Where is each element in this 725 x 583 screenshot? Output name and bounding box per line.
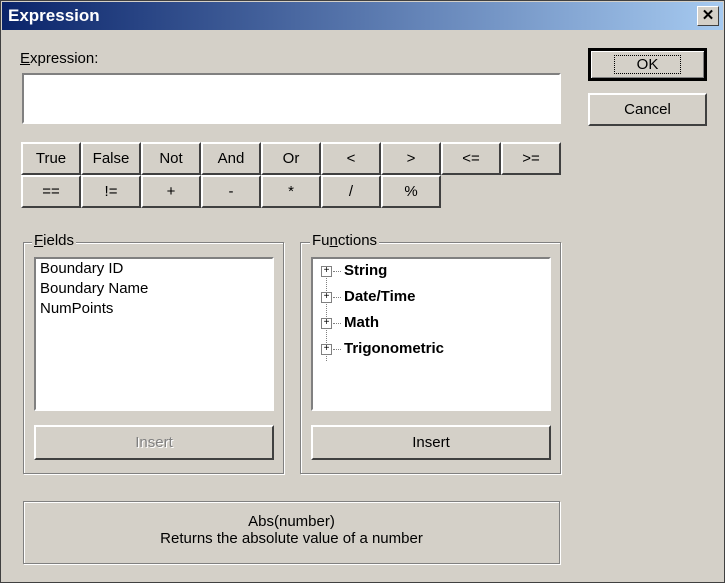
title-bar[interactable]: Expression ✕ [2,2,723,30]
operator-equals-button[interactable]: == [21,175,81,208]
operator-greater-equal-button[interactable]: >= [501,142,561,175]
plus-icon[interactable]: + [321,318,332,329]
functions-tree[interactable]: + String + Date/Time + Math + Trigonomet… [311,257,551,411]
cancel-button[interactable]: Cancel [588,93,707,126]
tree-item-math[interactable]: + Math [313,311,549,337]
list-item[interactable]: Boundary ID [36,259,272,279]
operator-modulo-button[interactable]: % [381,175,441,208]
functions-group-label: Functions [310,232,380,249]
fields-listbox[interactable]: Boundary ID Boundary Name NumPoints [34,257,274,411]
fields-group-label: Fields [32,232,77,249]
operator-not-equals-button[interactable]: != [81,175,141,208]
operator-multiply-button[interactable]: * [261,175,321,208]
tree-item-label: Trigonometric [344,340,445,357]
tree-item-label: String [344,262,388,279]
operator-less-than-button[interactable]: < [321,142,381,175]
function-description: Returns the absolute value of a number [160,530,423,547]
operator-greater-than-button[interactable]: > [381,142,441,175]
function-signature: Abs(number) [248,513,335,530]
expression-input[interactable] [22,73,561,124]
fields-insert-button[interactable]: Insert [34,425,274,460]
operator-and-button[interactable]: And [201,142,261,175]
description-panel: Abs(number) Returns the absolute value o… [23,501,560,564]
plus-icon[interactable]: + [321,292,332,303]
functions-insert-button[interactable]: Insert [311,425,551,460]
tree-item-datetime[interactable]: + Date/Time [313,285,549,311]
tree-item-label: Date/Time [344,288,416,305]
plus-icon[interactable]: + [321,266,332,277]
close-icon: ✕ [701,7,715,24]
expression-label: Expression: [20,50,99,67]
tree-item-label: Math [344,314,379,331]
operator-less-equal-button[interactable]: <= [441,142,501,175]
operator-plus-button[interactable]: + [141,175,201,208]
close-button[interactable]: ✕ [697,6,719,26]
operator-minus-button[interactable]: - [201,175,261,208]
tree-item-string[interactable]: + String [313,259,549,285]
operator-true-button[interactable]: True [21,142,81,175]
ok-button[interactable]: OK [588,48,707,81]
operator-false-button[interactable]: False [81,142,141,175]
operator-not-button[interactable]: Not [141,142,201,175]
expression-dialog: Expression ✕ Expression: OK Cancel True … [0,0,725,583]
window-title: Expression [8,6,100,25]
plus-icon[interactable]: + [321,344,332,355]
list-item[interactable]: NumPoints [36,299,272,319]
tree-item-trigonometric[interactable]: + Trigonometric [313,337,549,363]
operator-divide-button[interactable]: / [321,175,381,208]
operator-or-button[interactable]: Or [261,142,321,175]
list-item[interactable]: Boundary Name [36,279,272,299]
